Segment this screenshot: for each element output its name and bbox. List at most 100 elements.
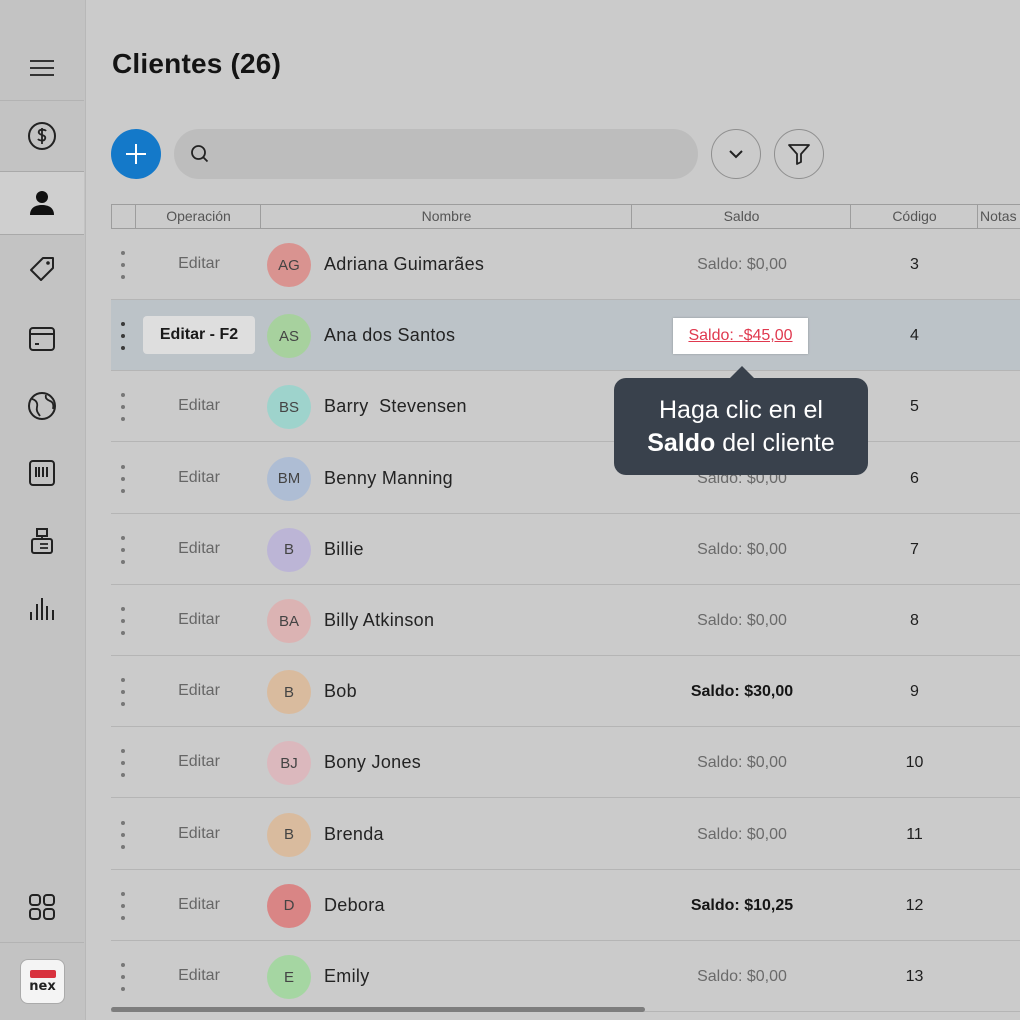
edit-button[interactable]: Editar: [143, 601, 255, 639]
drag-handle-icon[interactable]: [117, 607, 129, 635]
header-saldo[interactable]: Saldo: [631, 205, 851, 228]
edit-button[interactable]: Editar: [143, 387, 255, 425]
client-name[interactable]: Emily: [324, 941, 370, 1012]
saldo-value[interactable]: Saldo: $10,25: [631, 870, 853, 941]
table-row[interactable]: Editar B Brenda Saldo: $0,00 11: [111, 799, 1020, 870]
barcode-icon[interactable]: [0, 441, 84, 505]
table-row[interactable]: Editar BJ Bony Jones Saldo: $0,00 10: [111, 727, 1020, 799]
menu-icon[interactable]: [0, 36, 84, 100]
client-name[interactable]: Billy Atkinson: [324, 585, 434, 656]
client-name[interactable]: Billie: [324, 514, 364, 585]
filter-button[interactable]: [774, 129, 824, 179]
client-name[interactable]: Bob: [324, 656, 357, 727]
drag-handle-icon[interactable]: [117, 322, 129, 351]
clients-table: Operación Nombre Saldo Código Notas Edit…: [111, 204, 1020, 1012]
globe-icon[interactable]: [0, 374, 84, 438]
plus-icon: [126, 144, 146, 164]
drag-handle-icon[interactable]: [117, 251, 129, 279]
table-row[interactable]: Editar D Debora Saldo: $10,25 12: [111, 870, 1020, 941]
edit-button[interactable]: Editar: [143, 886, 255, 924]
sort-dropdown-button[interactable]: [711, 129, 761, 179]
chart-icon[interactable]: [0, 576, 84, 640]
client-name[interactable]: Ana dos Santos: [324, 300, 455, 371]
search-bar[interactable]: [174, 129, 698, 179]
client-code: 11: [906, 825, 923, 843]
saldo-value[interactable]: Saldo: $0,00: [631, 514, 853, 585]
edit-button[interactable]: Editar: [143, 957, 255, 995]
client-code: 12: [905, 896, 924, 914]
drag-handle-icon[interactable]: [117, 963, 129, 991]
tooltip-rest: del cliente: [715, 429, 835, 457]
tag-icon[interactable]: [0, 238, 84, 302]
avatar: AS: [267, 314, 311, 359]
saldo-value[interactable]: Saldo: $30,00: [631, 656, 853, 727]
box-icon[interactable]: [0, 306, 84, 370]
saldo-value[interactable]: Saldo: $0,00: [631, 229, 853, 300]
sidebar: nex: [0, 0, 86, 1020]
tooltip-line1: Haga clic en el: [659, 396, 823, 424]
logo-text: nex: [29, 979, 56, 994]
tooltip-line2: Saldo del cliente: [614, 427, 868, 460]
drag-handle-icon[interactable]: [117, 393, 129, 422]
avatar: BM: [267, 456, 311, 501]
search-icon: [191, 145, 209, 163]
avatar: B: [267, 527, 311, 572]
avatar: BJ: [267, 741, 311, 786]
table-row[interactable]: Editar BA Billy Atkinson Saldo: $0,00 8: [111, 585, 1020, 656]
avatar: B: [267, 812, 311, 857]
header-nombre[interactable]: Nombre: [260, 205, 632, 228]
saldo-link[interactable]: Saldo: -$45,00: [673, 318, 808, 355]
search-input[interactable]: [220, 145, 680, 163]
client-name[interactable]: Brenda: [324, 799, 384, 870]
edit-button[interactable]: Editar: [143, 815, 255, 853]
header-drag-column: [111, 205, 135, 228]
client-name[interactable]: Adriana Guimarães: [324, 229, 484, 300]
table-row[interactable]: Editar E Emily Saldo: $0,00 13: [111, 941, 1020, 1012]
table-row[interactable]: Editar BM Benny Manning Saldo: $0,00 6: [111, 443, 1020, 514]
dollar-icon[interactable]: [0, 104, 84, 168]
tooltip-bold: Saldo: [647, 429, 716, 457]
client-code: 3: [910, 256, 919, 273]
drag-handle-icon[interactable]: [117, 820, 129, 849]
saldo-value[interactable]: Saldo: $0,00: [631, 727, 853, 798]
drag-handle-icon[interactable]: [117, 891, 129, 920]
header-codigo[interactable]: Código: [850, 205, 978, 228]
drag-handle-icon[interactable]: [117, 535, 129, 564]
horizontal-scrollbar[interactable]: [111, 1007, 645, 1012]
edit-button[interactable]: Editar: [143, 672, 255, 710]
client-code: 5: [910, 398, 919, 416]
add-client-button[interactable]: [111, 129, 161, 179]
drag-handle-icon[interactable]: [117, 464, 129, 493]
client-name[interactable]: Bony Jones: [324, 727, 421, 798]
edit-button[interactable]: Editar - F2: [143, 316, 255, 355]
help-tooltip: Haga clic en el Saldo del cliente: [614, 378, 868, 475]
drag-handle-icon[interactable]: [117, 749, 129, 778]
user-icon[interactable]: [0, 171, 84, 235]
edit-button[interactable]: Editar: [143, 459, 255, 497]
nex-logo[interactable]: nex: [20, 959, 65, 1004]
table-row[interactable]: Editar B Bob Saldo: $30,00 9: [111, 656, 1020, 728]
saldo-value[interactable]: Saldo: $0,00: [631, 941, 853, 1012]
client-name[interactable]: Benny Manning: [324, 443, 453, 514]
edit-button[interactable]: Editar: [143, 530, 255, 568]
table-row[interactable]: Editar - F2 AS Ana dos Santos Saldo: -$45,0…: [111, 300, 1020, 372]
table-row[interactable]: Editar AG Adriana Guimarães Saldo: $0,00 3: [111, 229, 1020, 300]
header-operacion[interactable]: Operación: [135, 205, 261, 228]
edit-button[interactable]: Editar: [143, 743, 255, 781]
apps-icon[interactable]: [0, 875, 84, 939]
header-notas[interactable]: Notas: [977, 205, 1020, 228]
client-code: 13: [905, 968, 924, 985]
client-code: 10: [905, 754, 924, 772]
avatar: BA: [267, 599, 311, 643]
drag-handle-icon[interactable]: [117, 678, 129, 707]
client-name[interactable]: Barry Stevensen: [324, 371, 467, 442]
table-row[interactable]: Editar B Billie Saldo: $0,00 7: [111, 514, 1020, 585]
table-row[interactable]: EditarBSBarry StevensenSaldo: $0,005: [111, 371, 1020, 443]
saldo-value[interactable]: Saldo: $0,00: [631, 585, 853, 656]
client-code: 4: [910, 327, 919, 345]
register-icon[interactable]: [0, 509, 84, 573]
chevron-down-icon: [729, 150, 743, 159]
saldo-value[interactable]: Saldo: $0,00: [631, 799, 853, 870]
edit-button[interactable]: Editar: [143, 245, 255, 283]
client-name[interactable]: Debora: [324, 870, 385, 941]
